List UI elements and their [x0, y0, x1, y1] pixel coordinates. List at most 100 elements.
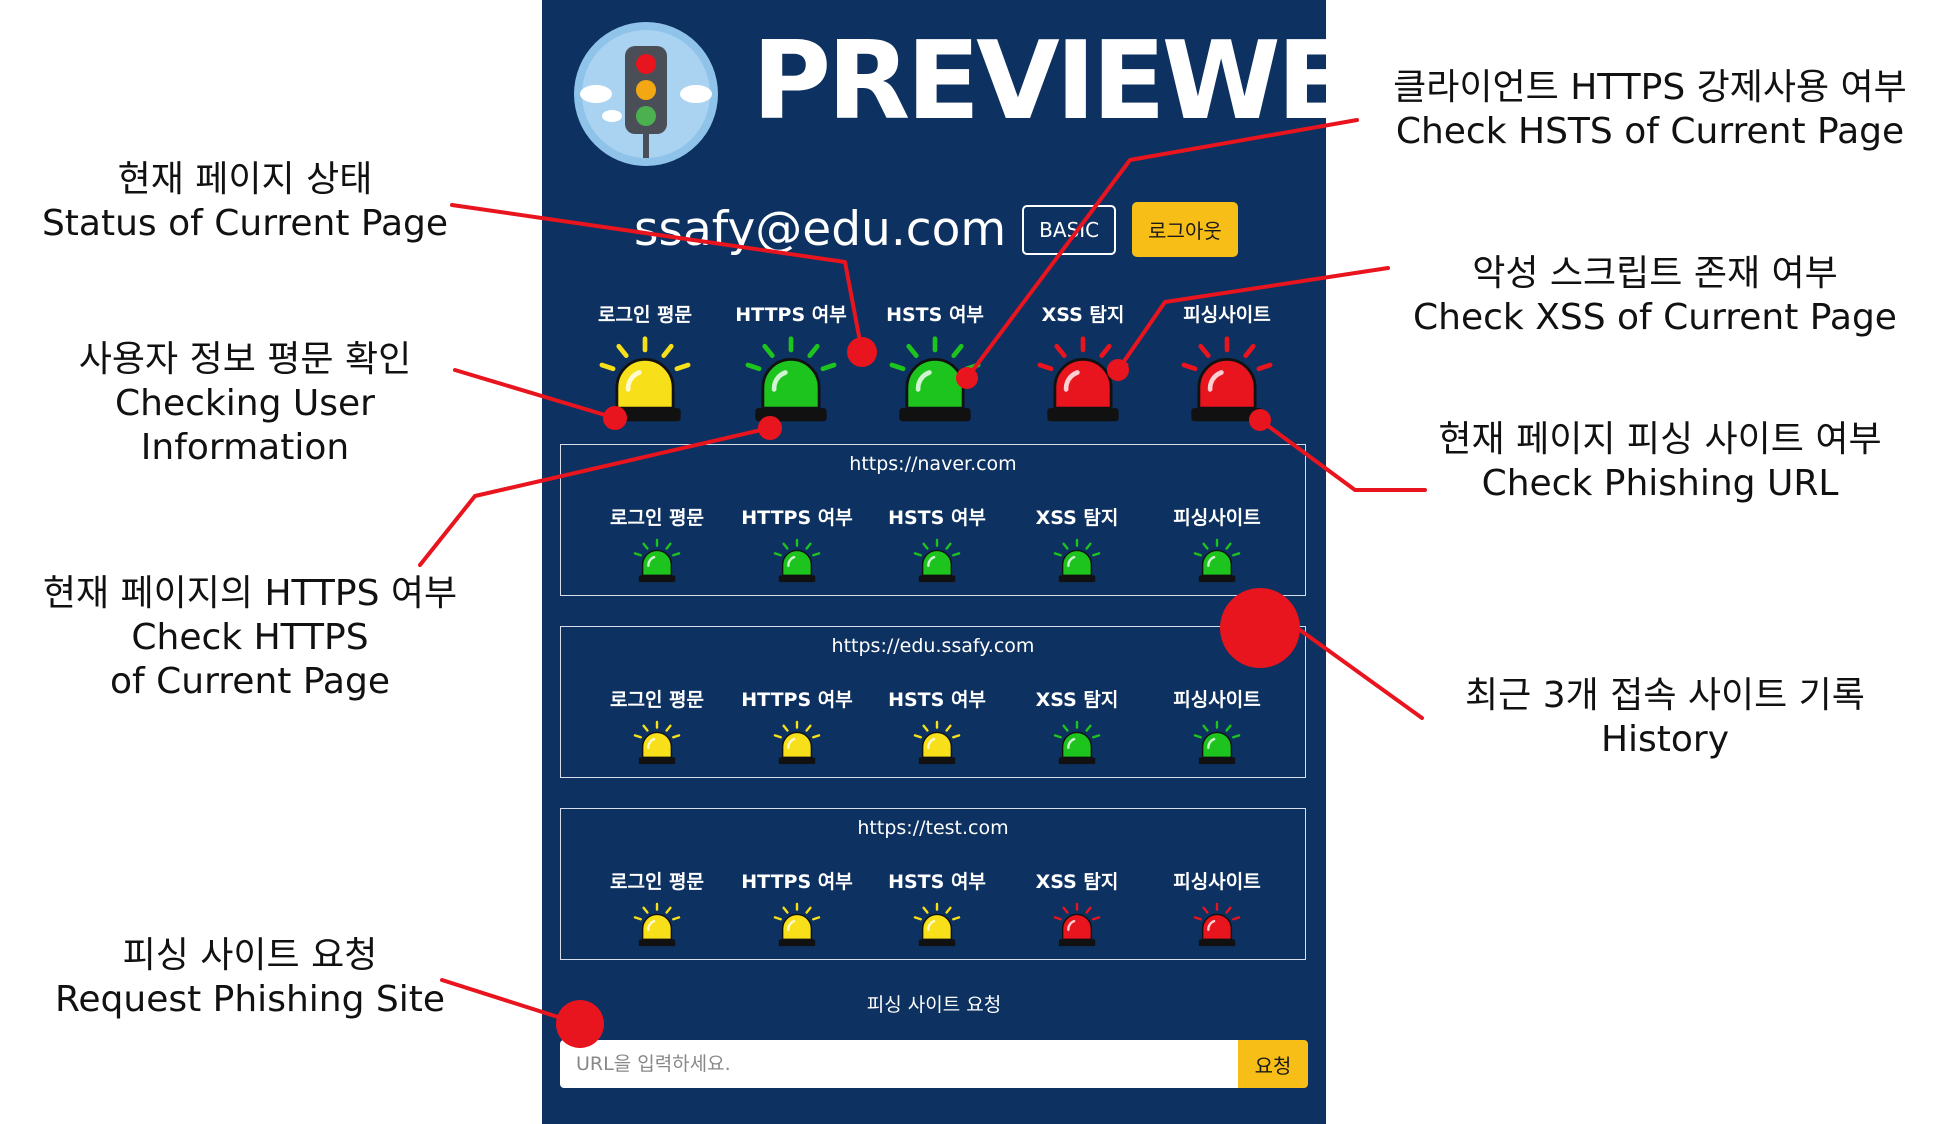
status-label: XSS 탐지: [1041, 304, 1125, 326]
siren-icon: [633, 538, 681, 583]
annotation-xss-ko: 악성 스크립트 존재 여부: [1472, 253, 1838, 294]
siren-icon: [1193, 720, 1241, 765]
history-status: HTTPS 여부: [727, 685, 867, 766]
annotation-user-info-en: Checking User Information: [115, 382, 375, 468]
annotation-phishing-url-ko: 현재 페이지 피싱 사이트 여부: [1438, 419, 1882, 460]
history-status: 로그인 평문: [587, 503, 727, 584]
annotation-phishing-url-en: Check Phishing URL: [1481, 462, 1839, 504]
history-status: XSS 탐지: [1007, 503, 1147, 584]
status-label: 로그인 평문: [609, 689, 704, 711]
status-label: XSS 탐지: [1035, 507, 1119, 529]
siren-icon: [1193, 538, 1241, 583]
history-status: 로그인 평문: [587, 867, 727, 948]
siren-icon: [1053, 538, 1101, 583]
status-label: 로그인 평문: [597, 304, 692, 326]
annotation-phishing-request-ko: 피싱 사이트 요청: [122, 935, 378, 976]
status-hsts: HSTS 여부: [862, 300, 1008, 425]
status-label: HSTS 여부: [888, 507, 986, 529]
status-phishing: 피싱사이트: [1154, 300, 1300, 425]
siren-icon: [1181, 336, 1273, 422]
status-label: 피싱사이트: [1173, 507, 1261, 529]
annotation-hsts: 클라이언트 HTTPS 강제사용 여부 Check HSTS of Curren…: [1350, 66, 1949, 154]
annotation-phishing-url: 현재 페이지 피싱 사이트 여부 Check Phishing URL: [1400, 418, 1920, 506]
current-status-row: 로그인 평문 HTTPS 여부 HSTS 여부 XSS 탐지 피싱사이트: [542, 300, 1326, 422]
siren-icon: [1037, 336, 1129, 422]
annotation-https: 현재 페이지의 HTTPS 여부 Check HTTPS of Current …: [20, 572, 480, 704]
phishing-request-title: 피싱 사이트 요청: [866, 994, 1002, 1016]
siren-icon: [633, 720, 681, 765]
status-label: HTTPS 여부: [735, 304, 847, 326]
annotation-xss: 악성 스크립트 존재 여부 Check XSS of Current Page: [1370, 252, 1940, 340]
history-status: 피싱사이트: [1147, 503, 1287, 584]
history-status: HSTS 여부: [867, 503, 1007, 584]
history-status: HSTS 여부: [867, 867, 1007, 948]
annotation-https-en2: of Current Page: [110, 660, 390, 702]
history-status: HTTPS 여부: [727, 867, 867, 948]
status-https: HTTPS 여부: [718, 300, 864, 425]
annotation-user-info-ko: 사용자 정보 평문 확인: [78, 339, 412, 380]
traffic-light-icon: [574, 22, 718, 166]
request-button[interactable]: 요청: [1238, 1040, 1308, 1088]
history-url: https://naver.com: [849, 453, 1017, 475]
phishing-request-form: 요청: [560, 1040, 1308, 1088]
url-input[interactable]: [560, 1040, 1238, 1088]
siren-icon: [1193, 902, 1241, 947]
annotation-phishing-request-en: Request Phishing Site: [54, 978, 445, 1020]
annotation-hsts-ko: 클라이언트 HTTPS 강제사용 여부: [1393, 67, 1907, 108]
history-card[interactable]: https://edu.ssafy.com 로그인 평문 HTTPS 여부 HS…: [560, 626, 1306, 778]
siren-icon: [913, 720, 961, 765]
status-label: HSTS 여부: [888, 689, 986, 711]
status-label: HTTPS 여부: [741, 689, 853, 711]
app-title: PREVIEWER: [752, 19, 1326, 144]
annotation-history: 최근 3개 접속 사이트 기록 History: [1430, 674, 1900, 762]
history-status: 피싱사이트: [1147, 685, 1287, 766]
status-label: 피싱사이트: [1183, 304, 1271, 326]
annotation-user-info: 사용자 정보 평문 확인 Checking User Information: [10, 338, 480, 470]
siren-icon: [773, 538, 821, 583]
status-label: HSTS 여부: [886, 304, 984, 326]
history-status: HTTPS 여부: [727, 503, 867, 584]
status-label: 피싱사이트: [1173, 871, 1261, 893]
user-email: ssafy@edu.com: [634, 202, 1007, 257]
status-label: XSS 탐지: [1035, 871, 1119, 893]
status-label: 로그인 평문: [609, 507, 704, 529]
user-row: ssafy@edu.com BASIC 로그아웃: [634, 202, 1238, 257]
annotation-https-ko: 현재 페이지의 HTTPS 여부: [42, 573, 458, 614]
status-label: 로그인 평문: [609, 871, 704, 893]
history-status: 로그인 평문: [587, 685, 727, 766]
annotation-xss-en: Check XSS of Current Page: [1413, 296, 1897, 338]
logout-button[interactable]: 로그아웃: [1132, 202, 1238, 257]
status-label: HTTPS 여부: [741, 871, 853, 893]
siren-icon: [1053, 720, 1101, 765]
siren-icon: [745, 336, 837, 422]
history-status: XSS 탐지: [1007, 685, 1147, 766]
siren-icon: [633, 902, 681, 947]
status-xss: XSS 탐지: [1010, 300, 1156, 425]
history-url: https://test.com: [857, 817, 1009, 839]
status-login-plaintext: 로그인 평문: [572, 300, 718, 425]
siren-icon: [773, 902, 821, 947]
siren-icon: [913, 538, 961, 583]
siren-icon: [599, 336, 691, 422]
siren-icon: [913, 902, 961, 947]
annotation-hsts-en: Check HSTS of Current Page: [1395, 110, 1905, 152]
siren-icon: [773, 720, 821, 765]
history-status: HSTS 여부: [867, 685, 1007, 766]
status-label: 피싱사이트: [1173, 689, 1261, 711]
history-status: XSS 탐지: [1007, 867, 1147, 948]
siren-icon: [1053, 902, 1101, 947]
status-label: HSTS 여부: [888, 871, 986, 893]
extension-panel: PREVIEWER ssafy@edu.com BASIC 로그아웃 로그인 평…: [542, 0, 1326, 1124]
history-status: 피싱사이트: [1147, 867, 1287, 948]
annotation-history-ko: 최근 3개 접속 사이트 기록: [1465, 675, 1865, 716]
history-card[interactable]: https://test.com 로그인 평문 HTTPS 여부 HSTS 여부…: [560, 808, 1306, 960]
history-url: https://edu.ssafy.com: [831, 635, 1035, 657]
annotation-history-en: History: [1600, 718, 1730, 760]
annotation-status: 현재 페이지 상태 Status of Current Page: [20, 158, 470, 246]
siren-icon: [889, 336, 981, 422]
history-card[interactable]: https://naver.com 로그인 평문 HTTPS 여부 HSTS 여…: [560, 444, 1306, 596]
annotation-phishing-request: 피싱 사이트 요청 Request Phishing Site: [30, 934, 470, 1022]
plan-badge: BASIC: [1022, 204, 1117, 255]
status-label: XSS 탐지: [1035, 689, 1119, 711]
status-label: HTTPS 여부: [741, 507, 853, 529]
